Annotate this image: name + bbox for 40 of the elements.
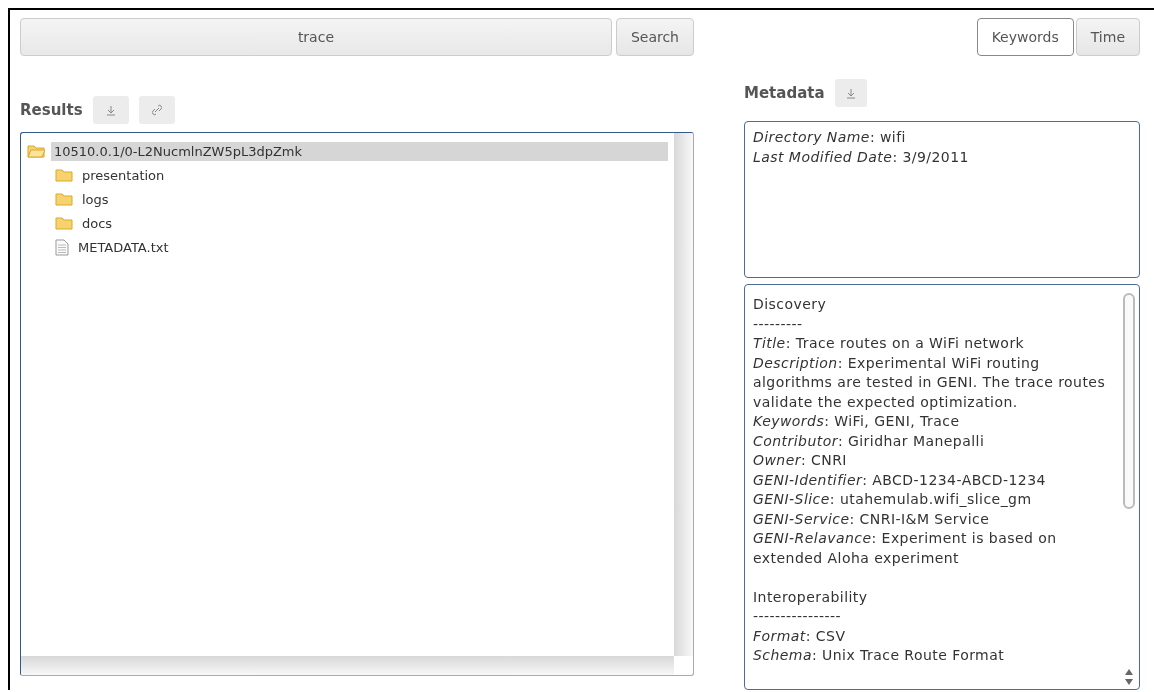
download-icon bbox=[845, 87, 856, 99]
tree-item[interactable]: 10510.0.1/0-L2NucmlnZW5pL3dpZmk bbox=[51, 141, 668, 161]
metadata-line: GENI-Slice: utahemulab.wifi_slice_gm bbox=[753, 490, 1033, 510]
download-icon bbox=[105, 104, 116, 116]
scrollbar-track[interactable] bbox=[21, 656, 674, 675]
search-field[interactable]: trace bbox=[20, 18, 612, 56]
metadata-line: Keywords: WiFi, GENI, Trace bbox=[753, 412, 961, 432]
metadata-line: Schema: Unix Trace Route Format bbox=[753, 646, 1006, 666]
scrollbar-track[interactable] bbox=[674, 133, 693, 656]
scroll-up-icon[interactable] bbox=[1124, 667, 1134, 677]
download-button[interactable] bbox=[92, 96, 129, 124]
metadata-line: GENI-Service: CNRI-I&M Service bbox=[753, 509, 991, 529]
tab[interactable]: Time bbox=[1075, 18, 1140, 56]
search-button[interactable]: Search bbox=[615, 18, 694, 56]
link-button[interactable] bbox=[138, 96, 175, 124]
dashed-rule: --------- bbox=[753, 314, 804, 334]
metadata-line: Last Modified Date: 3/9/2011 bbox=[753, 147, 970, 167]
metadata-line: Description: Experimental WiFi routing algorithms are tested in GENI. The trace routes validate the expected optimization. bbox=[753, 353, 1107, 412]
metadata-line: GENI-Relavance: Experiment is based on extended Aloha experiment bbox=[753, 529, 1058, 568]
dashed-rule: ---------------- bbox=[753, 607, 843, 627]
scroll-down-icon[interactable] bbox=[1124, 677, 1134, 687]
metadata-line: Directory Name: wifi bbox=[753, 128, 907, 148]
tree-item[interactable]: docs bbox=[79, 213, 116, 233]
metadata-line: Title: Trace routes on a WiFi network bbox=[753, 334, 1026, 354]
document-icon bbox=[55, 238, 69, 256]
section-heading: Interoperability bbox=[753, 587, 869, 607]
results-heading: Results bbox=[20, 101, 83, 119]
metadata-line: Contributor: Giridhar Manepalli bbox=[753, 431, 986, 451]
tree-item[interactable]: logs bbox=[79, 189, 112, 209]
tree-item[interactable]: presentation bbox=[79, 165, 168, 185]
section-heading: Discovery bbox=[753, 295, 828, 315]
tab[interactable]: Keywords bbox=[976, 18, 1074, 56]
download-button[interactable] bbox=[834, 79, 867, 108]
metadata-heading: Metadata bbox=[744, 84, 825, 103]
metadata-line: GENI-Identifier: ABCD-1234-ABCD-1234 bbox=[753, 470, 1047, 490]
metadata-line: Format: CSV bbox=[753, 626, 847, 646]
tree-item[interactable]: METADATA.txt bbox=[75, 237, 172, 257]
metadata-line: Owner: CNRI bbox=[753, 451, 848, 471]
scrollbar-thumb[interactable] bbox=[1123, 293, 1135, 510]
link-icon bbox=[151, 104, 162, 116]
